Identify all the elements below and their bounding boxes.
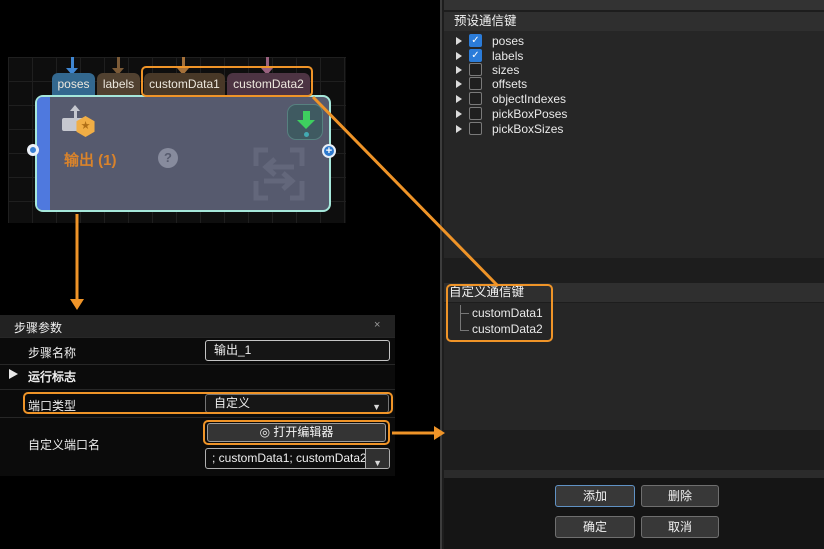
- expand-arrow-icon[interactable]: [456, 66, 462, 74]
- custom-ports-combobox[interactable]: ; customData1; customData2 ▼: [205, 448, 390, 469]
- divider: [0, 337, 395, 338]
- tree-connector: [460, 305, 461, 331]
- output-step-node[interactable]: ★ 输出 (1) ?: [35, 95, 331, 212]
- port-tab-customdata1[interactable]: customData1: [144, 73, 225, 95]
- checkbox[interactable]: [469, 63, 482, 76]
- tree-row-objectindexes[interactable]: objectIndexes: [444, 92, 824, 106]
- custom-keys-tree: customData1 customData2: [444, 303, 824, 430]
- expand-arrow-icon[interactable]: [456, 95, 462, 103]
- node-title: 输出 (1): [64, 152, 117, 169]
- expand-arrow-icon[interactable]: [9, 369, 18, 379]
- chevron-down-icon: ▼: [372, 402, 381, 412]
- divider: [0, 417, 395, 418]
- tree-row-labels[interactable]: ✓ labels: [444, 49, 824, 63]
- cancel-button[interactable]: 取消: [641, 516, 719, 538]
- node-input-port[interactable]: [27, 144, 39, 156]
- tree-row-offsets[interactable]: offsets: [444, 77, 824, 91]
- tree-row-pickboxsizes[interactable]: pickBoxSizes: [444, 122, 824, 136]
- tree-row-sizes[interactable]: sizes: [444, 63, 824, 77]
- expand-arrow-icon[interactable]: [456, 110, 462, 118]
- port-tab-poses[interactable]: poses: [52, 73, 95, 95]
- expand-arrow-icon[interactable]: [456, 125, 462, 133]
- port-type-dropdown[interactable]: 自定义 ▼: [205, 394, 389, 413]
- screenshot-root: poses labels customData1 customData2 ★ 输…: [0, 0, 824, 549]
- step-parameters-panel: 步骤参数 × 步骤名称 输出_1 运行标志 端口类型 自定义 ▼ 自定义端口名 …: [0, 315, 395, 476]
- run-flag-section-label: 运行标志: [28, 370, 77, 384]
- tree-connector: [460, 330, 469, 331]
- divider: [0, 364, 395, 365]
- tree-row-customdata1[interactable]: customData1: [472, 306, 543, 320]
- port-tab-labels[interactable]: labels: [97, 73, 140, 95]
- output-step-icon: ★: [62, 105, 98, 143]
- dialog-top-strip: [444, 0, 824, 10]
- chevron-down-icon: ▼: [373, 458, 382, 468]
- tree-connector: [460, 313, 469, 314]
- checkbox[interactable]: ✓: [469, 49, 482, 62]
- open-editor-button[interactable]: ◎ 打开编辑器: [207, 423, 386, 442]
- node-accent-bar: [37, 97, 50, 210]
- expand-arrow-icon[interactable]: [456, 37, 462, 45]
- ok-button[interactable]: 确定: [555, 516, 635, 538]
- divider: [0, 389, 395, 390]
- preset-keys-tree: ✓ poses ✓ labels sizes offsets objectInd…: [444, 31, 824, 258]
- tree-row-customdata2[interactable]: customData2: [472, 322, 543, 336]
- tree-row-poses[interactable]: ✓ poses: [444, 34, 824, 48]
- step-name-input[interactable]: 输出_1: [205, 340, 390, 361]
- gear-icon: ◎: [259, 425, 271, 439]
- step-name-label: 步骤名称: [28, 346, 77, 360]
- tree-row-pickboxposes[interactable]: pickBoxPoses: [444, 107, 824, 121]
- checkbox[interactable]: [469, 107, 482, 120]
- node-add-port-button[interactable]: +: [322, 144, 336, 158]
- dropdown-button[interactable]: ▼: [365, 449, 389, 468]
- custom-keys-header: 自定义通信键: [444, 283, 824, 302]
- close-icon[interactable]: ×: [374, 319, 380, 331]
- delete-button[interactable]: 删除: [641, 485, 719, 507]
- dialog-divider-strip: [444, 470, 824, 478]
- custom-port-name-label: 自定义端口名: [28, 438, 101, 452]
- help-badge[interactable]: ?: [158, 148, 178, 168]
- dialog-button-area: 添加 删除 确定 取消: [444, 478, 824, 549]
- port-type-label: 端口类型: [28, 399, 77, 413]
- communication-key-dialog: 预设通信键 ✓ poses ✓ labels sizes offsets obj…: [440, 0, 824, 549]
- add-button[interactable]: 添加: [555, 485, 635, 507]
- port-tab-customdata2[interactable]: customData2: [227, 73, 310, 95]
- checkbox[interactable]: [469, 122, 482, 135]
- checkbox[interactable]: ✓: [469, 34, 482, 47]
- expand-arrow-icon[interactable]: [456, 80, 462, 88]
- panel-title: 步骤参数: [14, 321, 63, 335]
- exchange-watermark-icon: [253, 147, 305, 201]
- checkbox[interactable]: [469, 77, 482, 90]
- preset-keys-header: 预设通信键: [444, 12, 824, 31]
- checkbox[interactable]: [469, 92, 482, 105]
- run-step-button[interactable]: [287, 104, 323, 140]
- expand-arrow-icon[interactable]: [456, 52, 462, 60]
